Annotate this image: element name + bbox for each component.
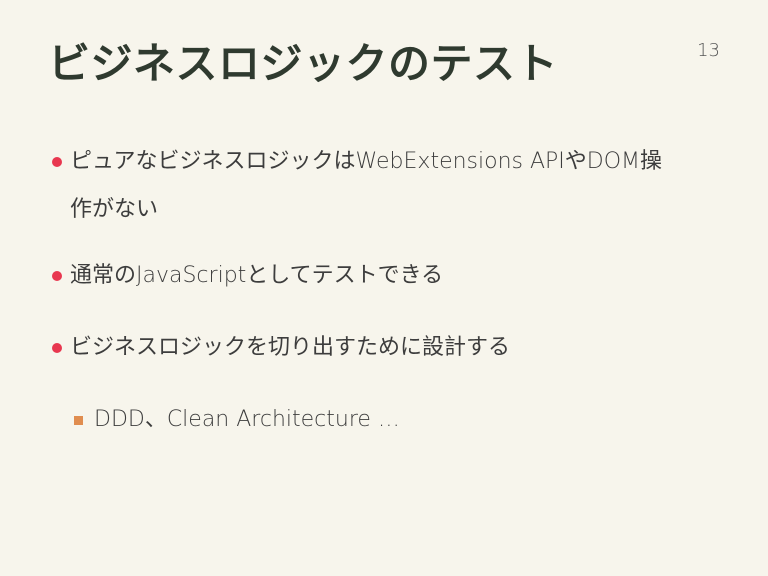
bullet-item-design: ビジネスロジックを切り出すために設計する bbox=[52, 324, 672, 372]
slide-title: ビジネスロジックのテスト bbox=[48, 39, 559, 88]
bullet-list: ピュアなビジネスロジックはWebExtensions APIやDOM操作がない … bbox=[52, 138, 672, 444]
sub-bullet-text: DDD、Clean Architecture … bbox=[94, 407, 400, 432]
page-number: 13 bbox=[697, 40, 720, 61]
bullet-text: 通常のJavaScriptとしてテストできる bbox=[70, 263, 444, 288]
bullet-text: ピュアなビジネスロジックはWebExtensions APIやDOM操作がない bbox=[70, 149, 663, 222]
sub-bullet-square-icon bbox=[74, 416, 83, 425]
bullet-dot-icon bbox=[52, 271, 62, 281]
sub-bullet-item-ddd: DDD、Clean Architecture … bbox=[74, 396, 672, 444]
bullet-item-webextensions: ピュアなビジネスロジックはWebExtensions APIやDOM操作がない bbox=[52, 138, 672, 234]
bullet-text: ビジネスロジックを切り出すために設計する bbox=[70, 335, 511, 360]
bullet-dot-icon bbox=[52, 343, 62, 353]
bullet-dot-icon bbox=[52, 157, 62, 167]
bullet-item-javascript-test: 通常のJavaScriptとしてテストできる bbox=[52, 252, 672, 300]
slide: ビジネスロジックのテスト 13 ピュアなビジネスロジックはWebExtensio… bbox=[0, 0, 768, 576]
